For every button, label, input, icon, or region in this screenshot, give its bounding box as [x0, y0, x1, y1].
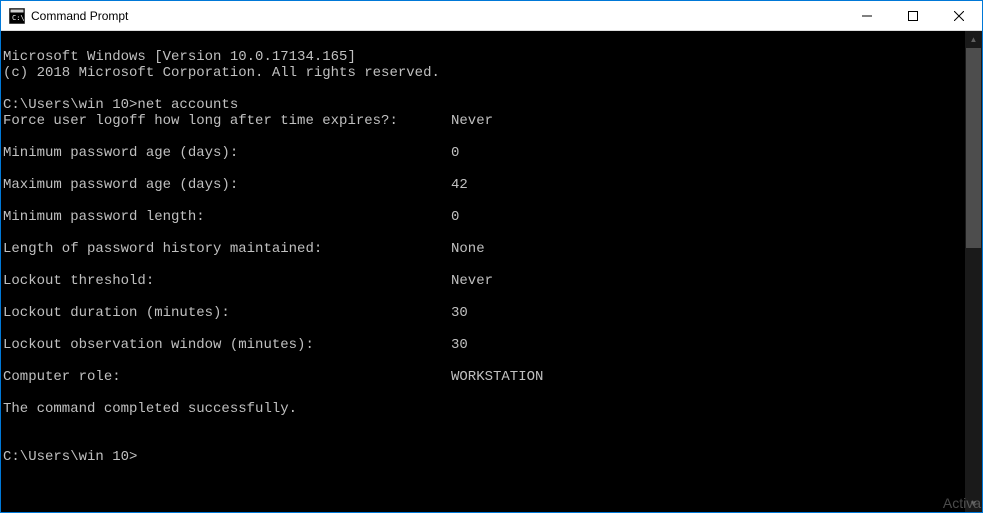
- svg-text:C:\: C:\: [12, 14, 25, 22]
- command-prompt-icon: C:\: [9, 8, 25, 24]
- vertical-scrollbar[interactable]: ▲ ▼: [965, 31, 982, 512]
- scrollbar-up-button[interactable]: ▲: [965, 31, 982, 48]
- output-row: Minimum password length:0: [3, 209, 965, 225]
- close-button[interactable]: [936, 1, 982, 30]
- output-row: Force user logoff how long after time ex…: [3, 113, 965, 129]
- titlebar[interactable]: C:\ Command Prompt: [1, 1, 982, 31]
- output-value: Never: [451, 273, 493, 289]
- output-row: Lockout threshold:Never: [3, 273, 965, 289]
- terminal-output[interactable]: Microsoft Windows [Version 10.0.17134.16…: [1, 31, 965, 512]
- output-value: Never: [451, 113, 493, 129]
- completion-message: The command completed successfully.: [3, 401, 297, 417]
- output-label: Minimum password length:: [3, 209, 451, 225]
- output-value: 30: [451, 305, 468, 321]
- prompt-path: C:\Users\win 10>: [3, 97, 137, 113]
- output-label: Length of password history maintained:: [3, 241, 451, 257]
- maximize-button[interactable]: [890, 1, 936, 30]
- window-controls: [844, 1, 982, 30]
- output-value: WORKSTATION: [451, 369, 543, 385]
- output-value: 30: [451, 337, 468, 353]
- window-title: Command Prompt: [31, 9, 844, 23]
- prompt-line: C:\Users\win 10>: [3, 449, 137, 465]
- banner-line: Microsoft Windows [Version 10.0.17134.16…: [3, 49, 356, 65]
- output-row: Maximum password age (days):42: [3, 177, 965, 193]
- output-row: Length of password history maintained:No…: [3, 241, 965, 257]
- output-label: Lockout threshold:: [3, 273, 451, 289]
- command-prompt-window: C:\ Command Prompt Microsoft Windows [Ve…: [0, 0, 983, 513]
- output-value: 0: [451, 209, 459, 225]
- scrollbar-thumb[interactable]: [966, 48, 981, 248]
- output-value: 0: [451, 145, 459, 161]
- output-row: Lockout observation window (minutes):30: [3, 337, 965, 353]
- chevron-up-icon: ▲: [970, 36, 978, 44]
- banner-line: (c) 2018 Microsoft Corporation. All righ…: [3, 65, 440, 81]
- output-label: Minimum password age (days):: [3, 145, 451, 161]
- output-label: Lockout observation window (minutes):: [3, 337, 451, 353]
- terminal-area: Microsoft Windows [Version 10.0.17134.16…: [1, 31, 982, 512]
- scrollbar-down-button[interactable]: ▼: [965, 495, 982, 512]
- prompt-command: net accounts: [137, 97, 238, 113]
- minimize-button[interactable]: [844, 1, 890, 30]
- output-row: Minimum password age (days):0: [3, 145, 965, 161]
- output-label: Lockout duration (minutes):: [3, 305, 451, 321]
- output-row: Lockout duration (minutes):30: [3, 305, 965, 321]
- output-value: None: [451, 241, 485, 257]
- prompt-path: C:\Users\win 10>: [3, 449, 137, 465]
- output-label: Computer role:: [3, 369, 451, 385]
- chevron-down-icon: ▼: [970, 500, 978, 508]
- output-row: Computer role:WORKSTATION: [3, 369, 965, 385]
- output-value: 42: [451, 177, 468, 193]
- output-label: Maximum password age (days):: [3, 177, 451, 193]
- output-label: Force user logoff how long after time ex…: [3, 113, 451, 129]
- prompt-line: C:\Users\win 10>net accounts: [3, 97, 238, 113]
